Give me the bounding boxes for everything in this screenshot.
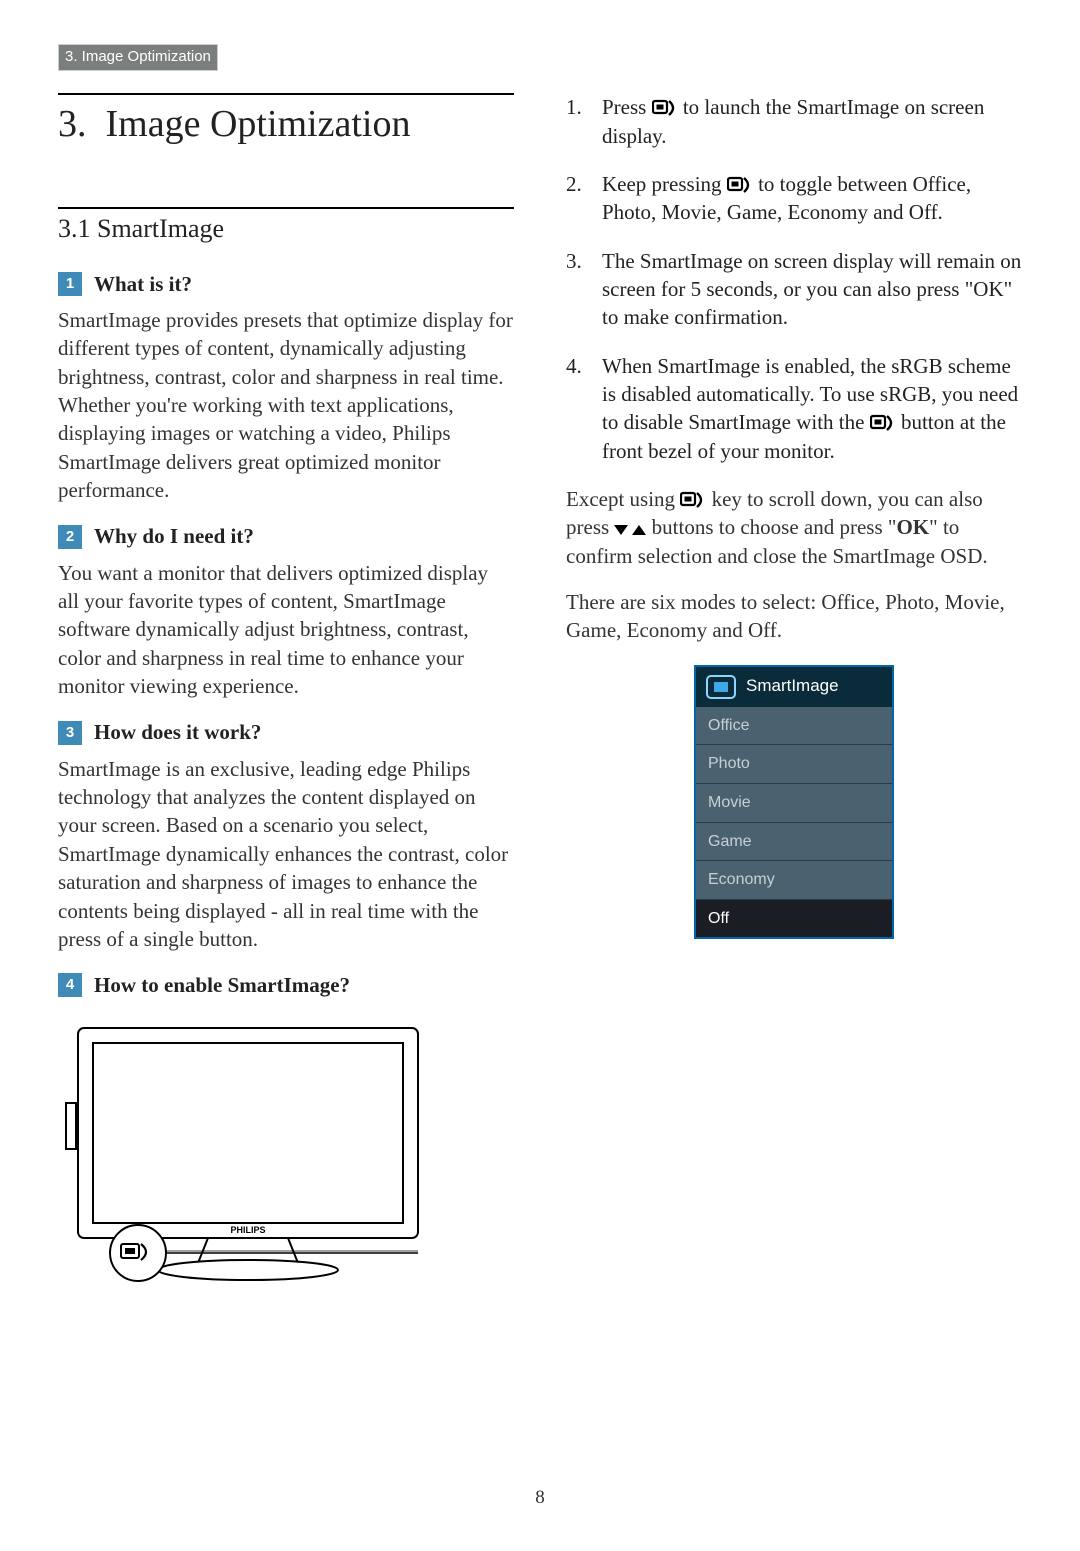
smartimage-osd-panel: SmartImage OfficePhotoMovieGameEconomyOf… [694,665,894,940]
section-number: 3.1 [58,214,91,243]
step-2: Keep pressing to toggle between Office, … [566,170,1022,227]
modes-paragraph: There are six modes to select: Office, P… [566,588,1022,645]
osd-title: SmartImage [746,675,839,698]
osd-item-game[interactable]: Game [696,823,892,862]
monitor-illustration: PHILIPS [58,1018,514,1305]
except-paragraph: Except using key to scroll down, you can… [566,485,1022,570]
question-4-heading: 4 How to enable SmartImage? [58,971,514,999]
osd-header: SmartImage [696,667,892,707]
step-3: The SmartImage on screen display will re… [566,247,1022,332]
step-1: Press to launch the SmartImage on screen… [566,93,1022,150]
q1-body: SmartImage provides presets that optimiz… [58,306,514,504]
numbox-4: 4 [58,973,82,997]
step1-text-a: Press [602,95,652,119]
section-title: 3.1 SmartImage [58,209,514,252]
q2-heading-text: Why do I need it? [94,522,254,550]
ok-label: OK [896,515,929,539]
except-c: buttons to choose and press " [646,515,896,539]
q1-heading-text: What is it? [94,270,192,298]
page-number: 8 [58,1485,1022,1511]
question-1-heading: 1 What is it? [58,270,514,298]
smartimage-icon [727,175,753,195]
smartimage-icon [652,98,678,118]
osd-item-economy[interactable]: Economy [696,861,892,900]
q3-body: SmartImage is an exclusive, leading edge… [58,755,514,953]
osd-item-office[interactable]: Office [696,707,892,746]
right-column: Press to launch the SmartImage on screen… [566,93,1022,1305]
except-a: Except using [566,487,680,511]
chapter-name: Image Optimization [106,103,411,145]
section-name: SmartImage [97,214,224,243]
q2-body: You want a monitor that delivers optimiz… [58,559,514,701]
page-header-tab: 3. Image Optimization [58,44,218,71]
question-2-heading: 2 Why do I need it? [58,522,514,550]
question-3-heading: 3 How does it work? [58,718,514,746]
smartimage-icon [870,413,896,433]
monitor-brand-label: PHILIPS [230,1225,265,1235]
osd-item-photo[interactable]: Photo [696,745,892,784]
numbox-2: 2 [58,525,82,549]
numbox-3: 3 [58,721,82,745]
osd-item-off[interactable]: Off [696,900,892,938]
smartimage-icon [680,490,706,510]
down-triangle-icon [614,525,628,535]
osd-header-icon [706,675,736,699]
left-column: 3. Image Optimization 3.1 SmartImage 1 W… [58,93,514,1305]
up-triangle-icon [632,525,646,535]
q4-heading-text: How to enable SmartImage? [94,971,350,999]
chapter-title: 3. Image Optimization [58,95,514,158]
numbox-1: 1 [58,272,82,296]
chapter-number: 3. [58,103,87,145]
q3-heading-text: How does it work? [94,718,261,746]
osd-item-movie[interactable]: Movie [696,784,892,823]
steps-list: Press to launch the SmartImage on screen… [566,93,1022,465]
step-4: When SmartImage is enabled, the sRGB sch… [566,352,1022,465]
step2-text-a: Keep pressing [602,172,727,196]
